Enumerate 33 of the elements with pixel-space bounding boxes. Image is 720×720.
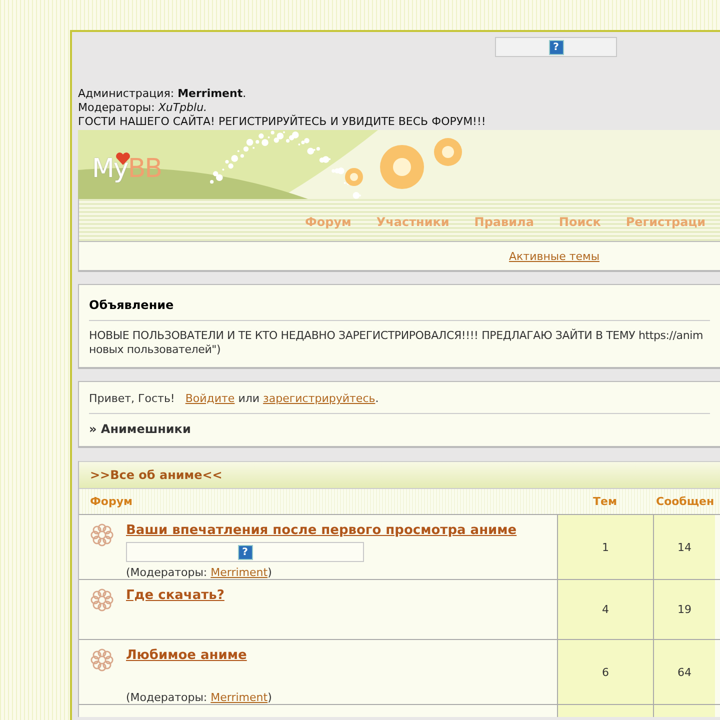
moderators-text: (Модераторы: Merriment) — [126, 566, 273, 579]
category-title: >>Все об аниме<< — [90, 468, 222, 482]
flower-icon — [90, 523, 114, 547]
flower-icon — [90, 588, 114, 612]
topics-count-cell: 6 — [557, 640, 653, 704]
forum-title-link[interactable]: Где скачать? — [126, 588, 224, 603]
column-header: Сообщен — [655, 495, 715, 508]
forum-title-link[interactable]: Любимое аниме — [126, 648, 272, 663]
announcement-title: Объявление — [89, 285, 710, 321]
breadcrumb[interactable]: » Анимешники — [89, 414, 710, 446]
question-mark-icon: ? — [548, 40, 564, 54]
register-link[interactable]: зарегистрируйтесь — [263, 392, 376, 405]
question-mark-icon: ? — [238, 544, 252, 560]
posts-count-cell: 19 — [653, 580, 715, 639]
moderators-text: Модераторы: XuTpblu. — [78, 101, 208, 114]
login-link[interactable]: Войдите — [185, 392, 235, 405]
moderators-text: (Модераторы: Merriment) — [126, 691, 272, 704]
column-header: Тем — [592, 495, 618, 508]
moderator-link[interactable]: Merriment — [210, 691, 268, 704]
announcement-text: новых пользователей") — [89, 343, 222, 357]
flower-icon — [90, 648, 114, 672]
active-topics-link[interactable]: Активные темы — [509, 250, 600, 262]
topics-count-cell: 1 — [557, 515, 653, 579]
topics-count-cell: 4 — [557, 580, 653, 639]
administration-text: Администрация: Merriment. — [78, 87, 248, 101]
column-header: Форум — [89, 495, 134, 508]
posts-count-cell: 14 — [653, 515, 715, 579]
guest-notice: ГОСТИ НАШЕГО САЙТА! РЕГИСТРИРУЙТЕСЬ И УВИДИТЕ ВЕСЬ ФОРУМ!!! — [78, 115, 487, 129]
moderator-link[interactable]: Merriment — [210, 566, 268, 579]
announcement-text: НОВЫЕ ПОЛЬЗОВАТЕЛИ И ТЕ КТО НЕДАВНО ЗАРЕГИСТРИРОВАЛСЯ!!!! ПРЕДЛАГАЮ ЗАЙТИ В ТЕМУ https://anim — [89, 329, 704, 343]
forum-title-link[interactable]: Ваши впечатления после первого просмотра аниме — [126, 523, 517, 538]
welcome-text: Привет, Гость! Войдите или зарегистрируйтесь. — [89, 382, 710, 414]
posts-count-cell: 64 — [653, 640, 715, 704]
